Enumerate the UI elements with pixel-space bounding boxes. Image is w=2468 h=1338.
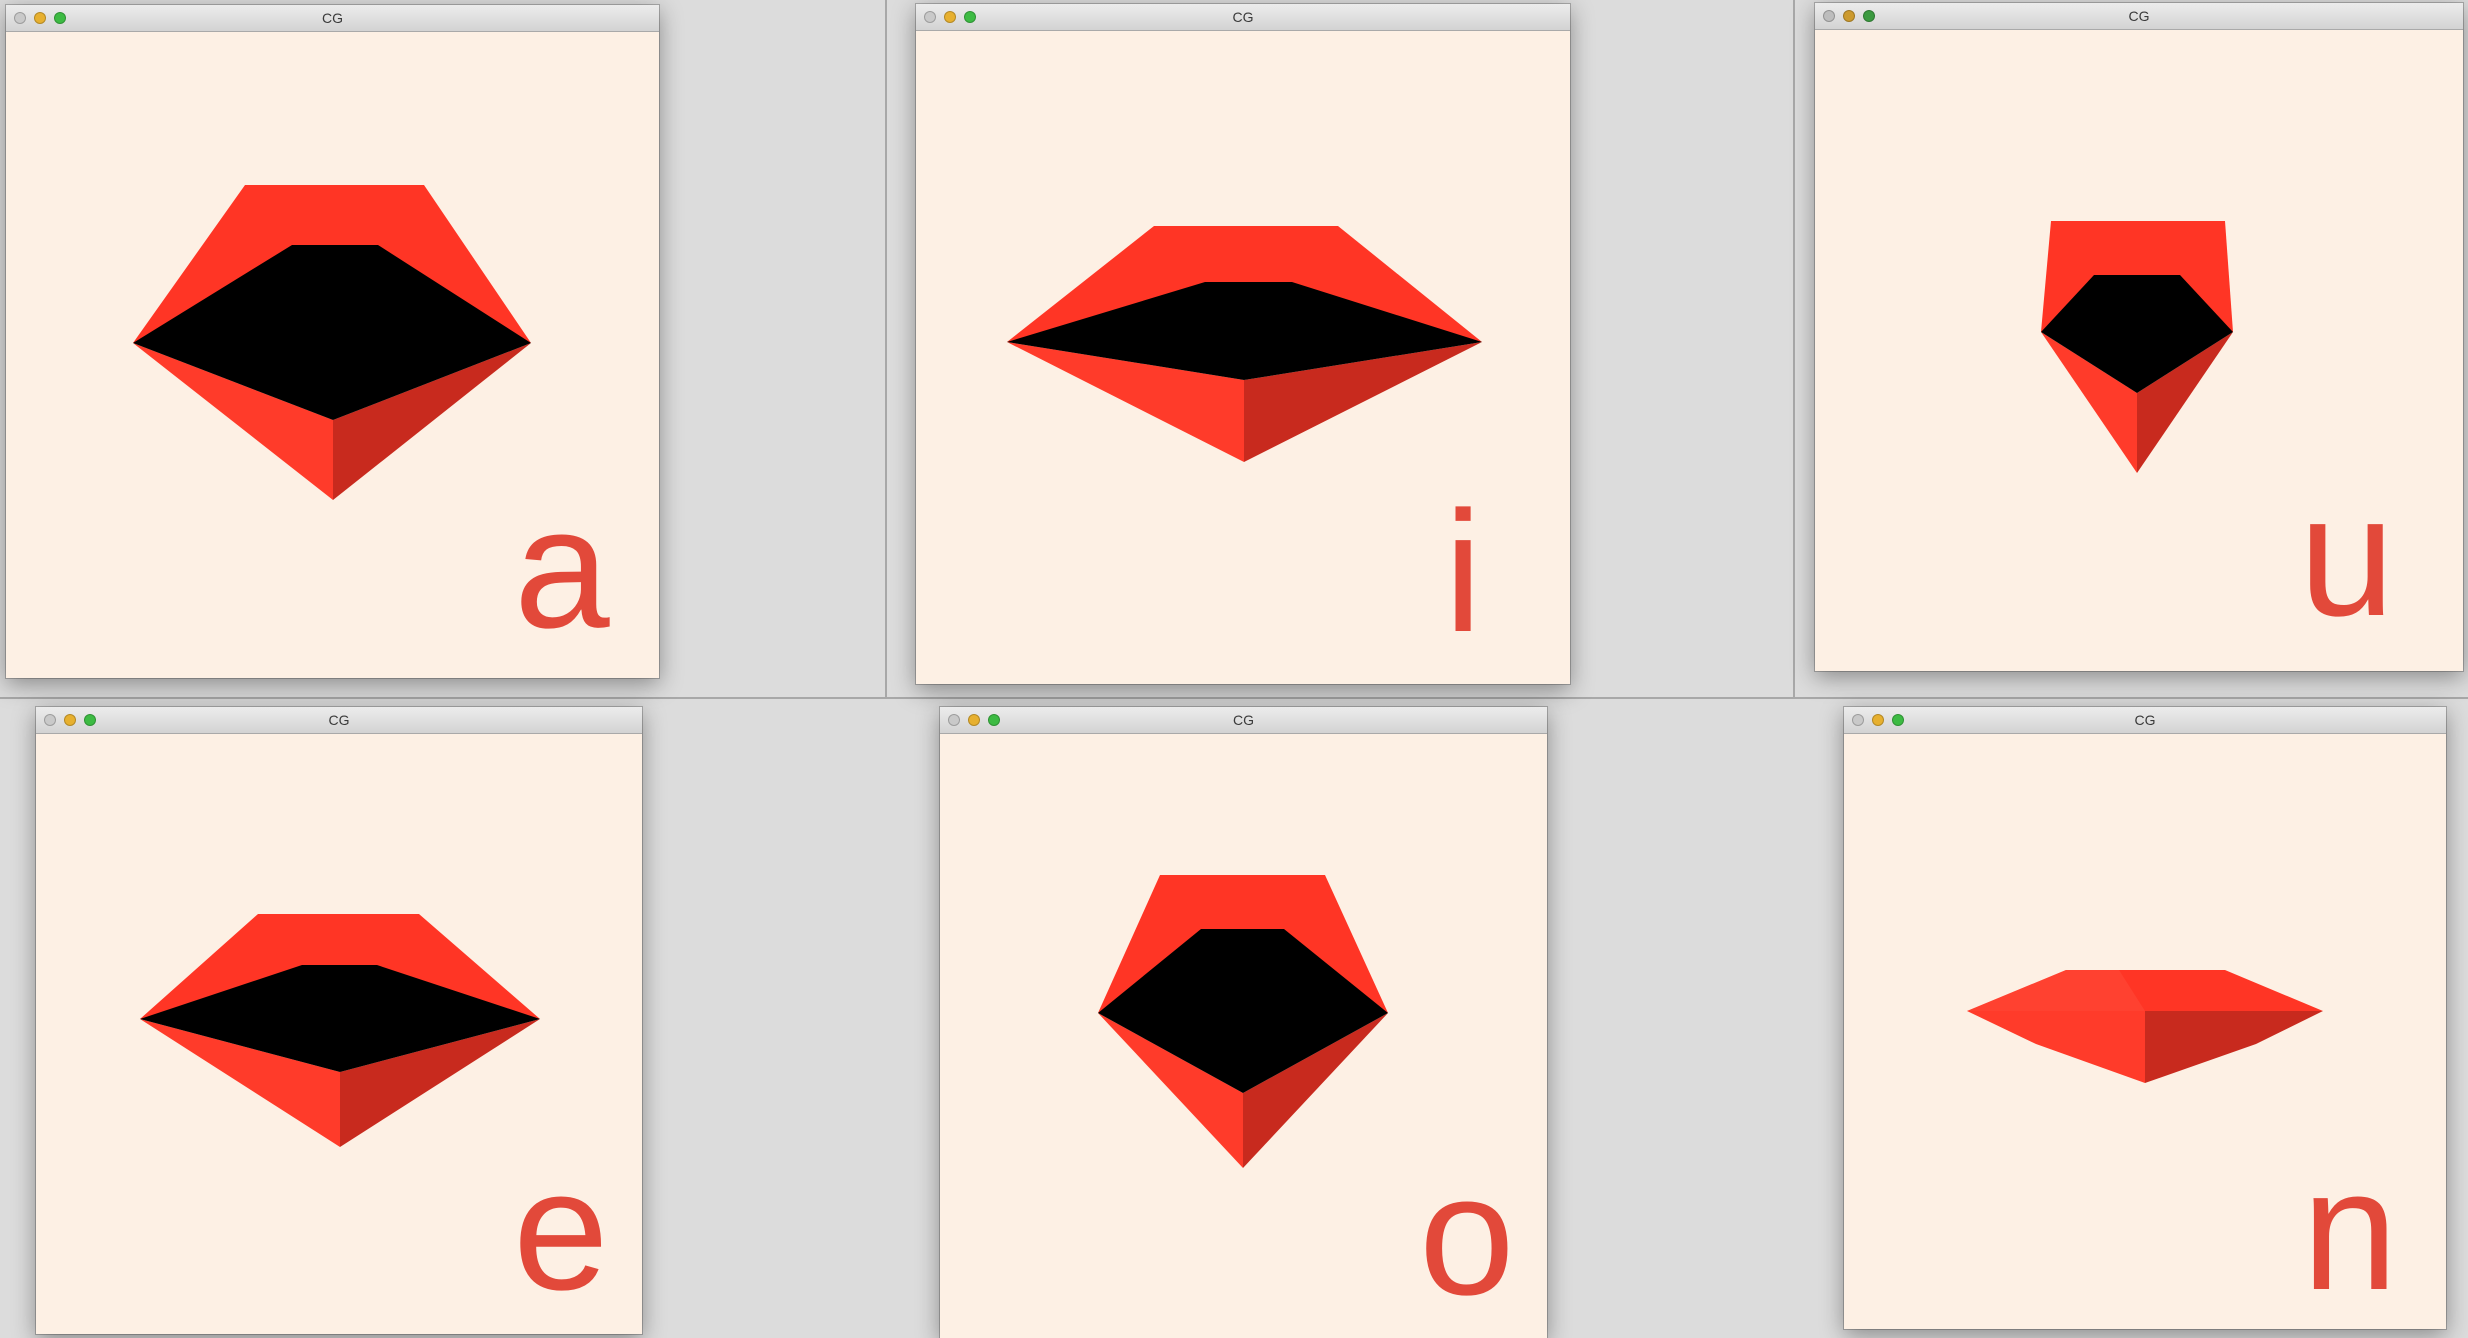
window-title: CG [2134,712,2156,728]
window-vowel-u[interactable]: CG u [1815,3,2463,671]
window-titlebar[interactable]: CG [36,707,642,734]
screen-divider [1793,0,1795,698]
vowel-label: u [2299,460,2395,652]
canvas-view: o [940,734,1547,1338]
window-title: CG [2128,8,2150,24]
vowel-label: e [513,1134,609,1326]
window-titlebar[interactable]: CG [940,707,1547,734]
window-titlebar[interactable]: CG [916,4,1570,31]
canvas-view: i [916,31,1570,684]
window-title: CG [1232,9,1254,25]
window-vowel-i[interactable]: CG i [916,4,1570,684]
lip-upper-highlight [1967,970,2145,1011]
lip-lower-right [2145,1011,2323,1083]
vowel-label: o [1419,1139,1515,1331]
screen-divider [0,697,2468,699]
vowel-label: a [514,472,610,664]
window-vowel-e[interactable]: CG e [36,707,642,1334]
canvas-view: u [1815,30,2463,671]
window-titlebar[interactable]: CG [6,5,659,32]
window-title: CG [328,712,350,728]
canvas-view: a [6,32,659,678]
window-title: CG [322,10,343,26]
window-titlebar[interactable]: CG [1815,3,2463,30]
canvas-view: n [1844,734,2446,1329]
window-title: CG [1233,712,1254,728]
screen-divider [885,0,887,698]
window-vowel-n[interactable]: CG n [1844,707,2446,1329]
window-vowel-o[interactable]: CG o [940,707,1547,1338]
vowel-label: i [1444,476,1483,668]
lip-lower-left [1967,1011,2145,1083]
vowel-label: n [2302,1134,2398,1326]
window-vowel-a[interactable]: CG a [6,5,659,678]
window-titlebar[interactable]: CG [1844,707,2446,734]
canvas-view: e [36,734,642,1334]
